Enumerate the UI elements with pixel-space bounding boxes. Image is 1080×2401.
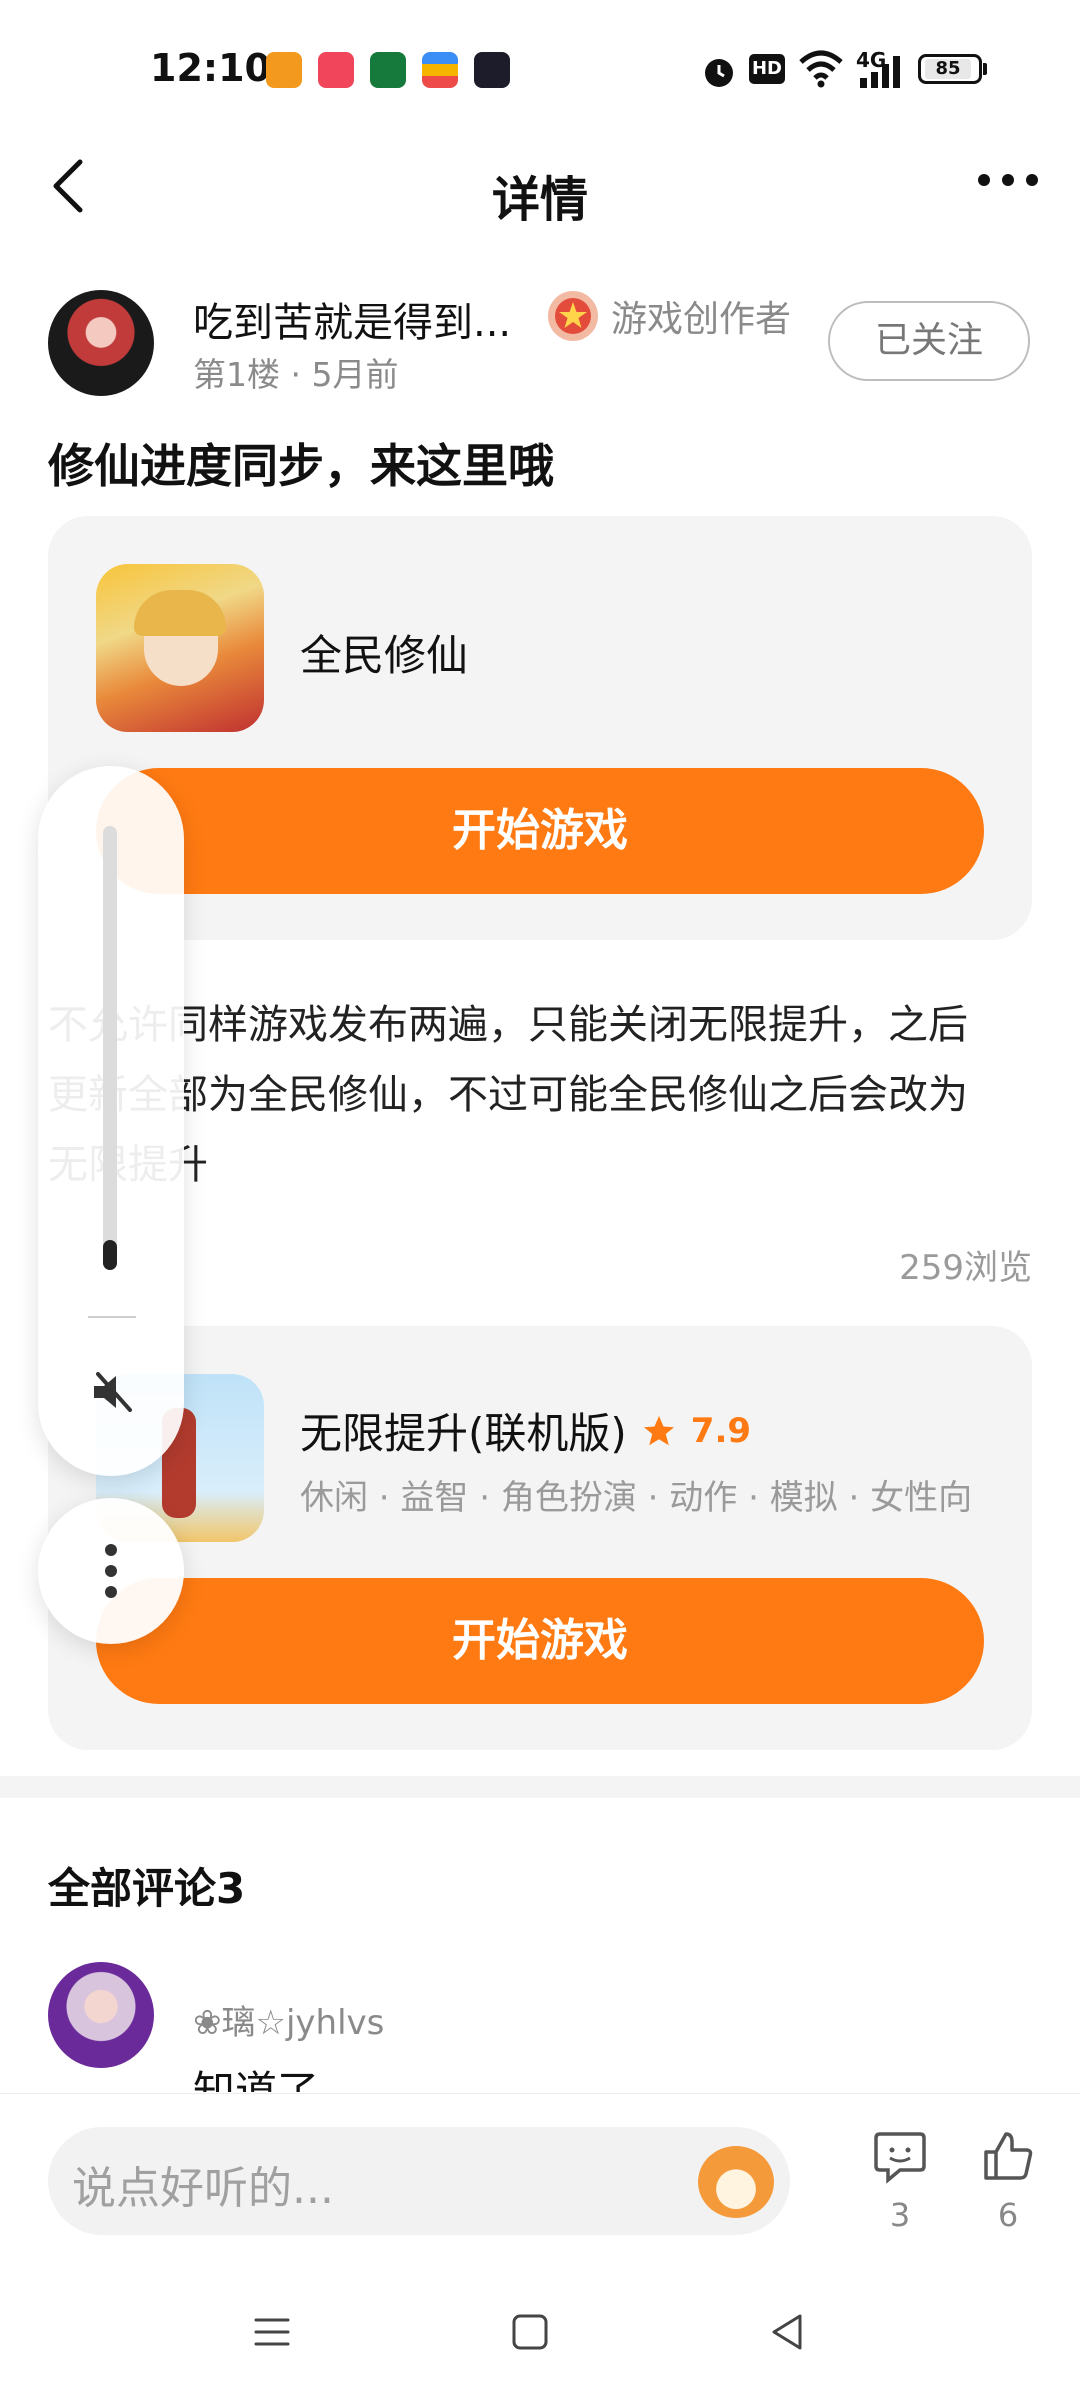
like-count: 6 — [997, 2196, 1019, 2234]
more-vertical-icon[interactable] — [101, 1542, 121, 1600]
mascot-icon[interactable] — [698, 2146, 774, 2218]
post-title: 修仙进度同步，来这里哦 — [48, 439, 554, 493]
star-icon — [643, 1415, 674, 1445]
start-game-button[interactable]: 开始游戏 — [96, 1578, 984, 1704]
home-icon[interactable] — [510, 2312, 550, 2352]
post-body-line: 更新全部为全民修仙，不过可能全民修仙之后会改为 — [48, 1072, 968, 1118]
creator-badge-label: 游戏创作者 — [611, 299, 792, 340]
game-name[interactable]: 全民修仙 — [300, 622, 468, 683]
battery-tip — [983, 63, 987, 75]
hd-icon: HD — [749, 54, 785, 84]
volume-slider-fill[interactable] — [103, 1240, 117, 1270]
oppo-app-icon — [370, 52, 406, 88]
post-body: 不允许同样游戏发布两遍，只能关闭无限提升，之后 更新全部为全民修仙，不过可能全民… — [48, 990, 1038, 1200]
commenter-name[interactable]: ❀璃☆jyhlvs — [193, 1995, 384, 2044]
page-title: 详情 — [491, 172, 588, 228]
post-body-line: 不允许同样游戏发布两遍，只能关闭无限提升，之后 — [48, 1002, 968, 1048]
wallet-app-icon — [422, 52, 458, 88]
game-app-icon — [474, 52, 510, 88]
wifi-icon — [799, 50, 843, 88]
video-app-icon — [318, 52, 354, 88]
comment-text: 知道了 — [193, 2067, 320, 2092]
game-tags: 休闲 · 益智 · 角色扮演 · 动作 · 模拟 · 女性向 — [300, 1478, 973, 1518]
game-title-row: 无限提升(联机版) 7.9 — [300, 1400, 751, 1461]
status-time: 12:10 — [150, 46, 271, 90]
comment-input-placeholder[interactable]: 说点好听的... — [72, 2152, 334, 2216]
alarm-icon — [705, 59, 733, 87]
more-horizontal-icon[interactable] — [976, 168, 1040, 192]
like-icon[interactable] — [980, 2128, 1036, 2184]
battery-icon: 85 — [918, 54, 982, 84]
creator-badge: 游戏创作者 — [545, 288, 791, 344]
comment-count: 3 — [889, 2196, 911, 2234]
menu-icon[interactable] — [252, 2312, 292, 2352]
game-icon[interactable] — [96, 564, 264, 732]
author-name[interactable]: 吃到苦就是得到... — [193, 290, 511, 348]
commenter-avatar[interactable] — [48, 1962, 154, 2068]
battery-level: 85 — [925, 59, 971, 79]
view-count: 259浏览 — [899, 1248, 1032, 1288]
post-body-line: 无限提升 — [48, 1130, 1038, 1200]
section-divider — [0, 1776, 1080, 1798]
author-meta: 第1楼 · 5月前 — [193, 355, 399, 394]
status-bar: 12:10 HD 4G 85 — [0, 0, 1080, 140]
game-rating: 7.9 — [690, 1410, 752, 1451]
comments-title: 全部评论3 — [48, 1864, 246, 1913]
author-avatar[interactable] — [48, 290, 154, 396]
imou-app-icon — [266, 52, 302, 88]
back-nav-icon[interactable] — [768, 2312, 808, 2352]
signal-icon — [860, 56, 900, 88]
medal-icon — [548, 291, 598, 341]
game-name[interactable]: 无限提升(联机版) — [300, 1400, 627, 1461]
volume-slider[interactable] — [103, 826, 117, 1270]
mute-speaker-icon[interactable] — [88, 1368, 136, 1416]
volume-separator — [88, 1316, 136, 1318]
start-game-button[interactable]: 开始游戏 — [96, 768, 984, 894]
comment-icon[interactable] — [872, 2128, 928, 2184]
follow-button[interactable]: 已关注 — [828, 301, 1030, 381]
